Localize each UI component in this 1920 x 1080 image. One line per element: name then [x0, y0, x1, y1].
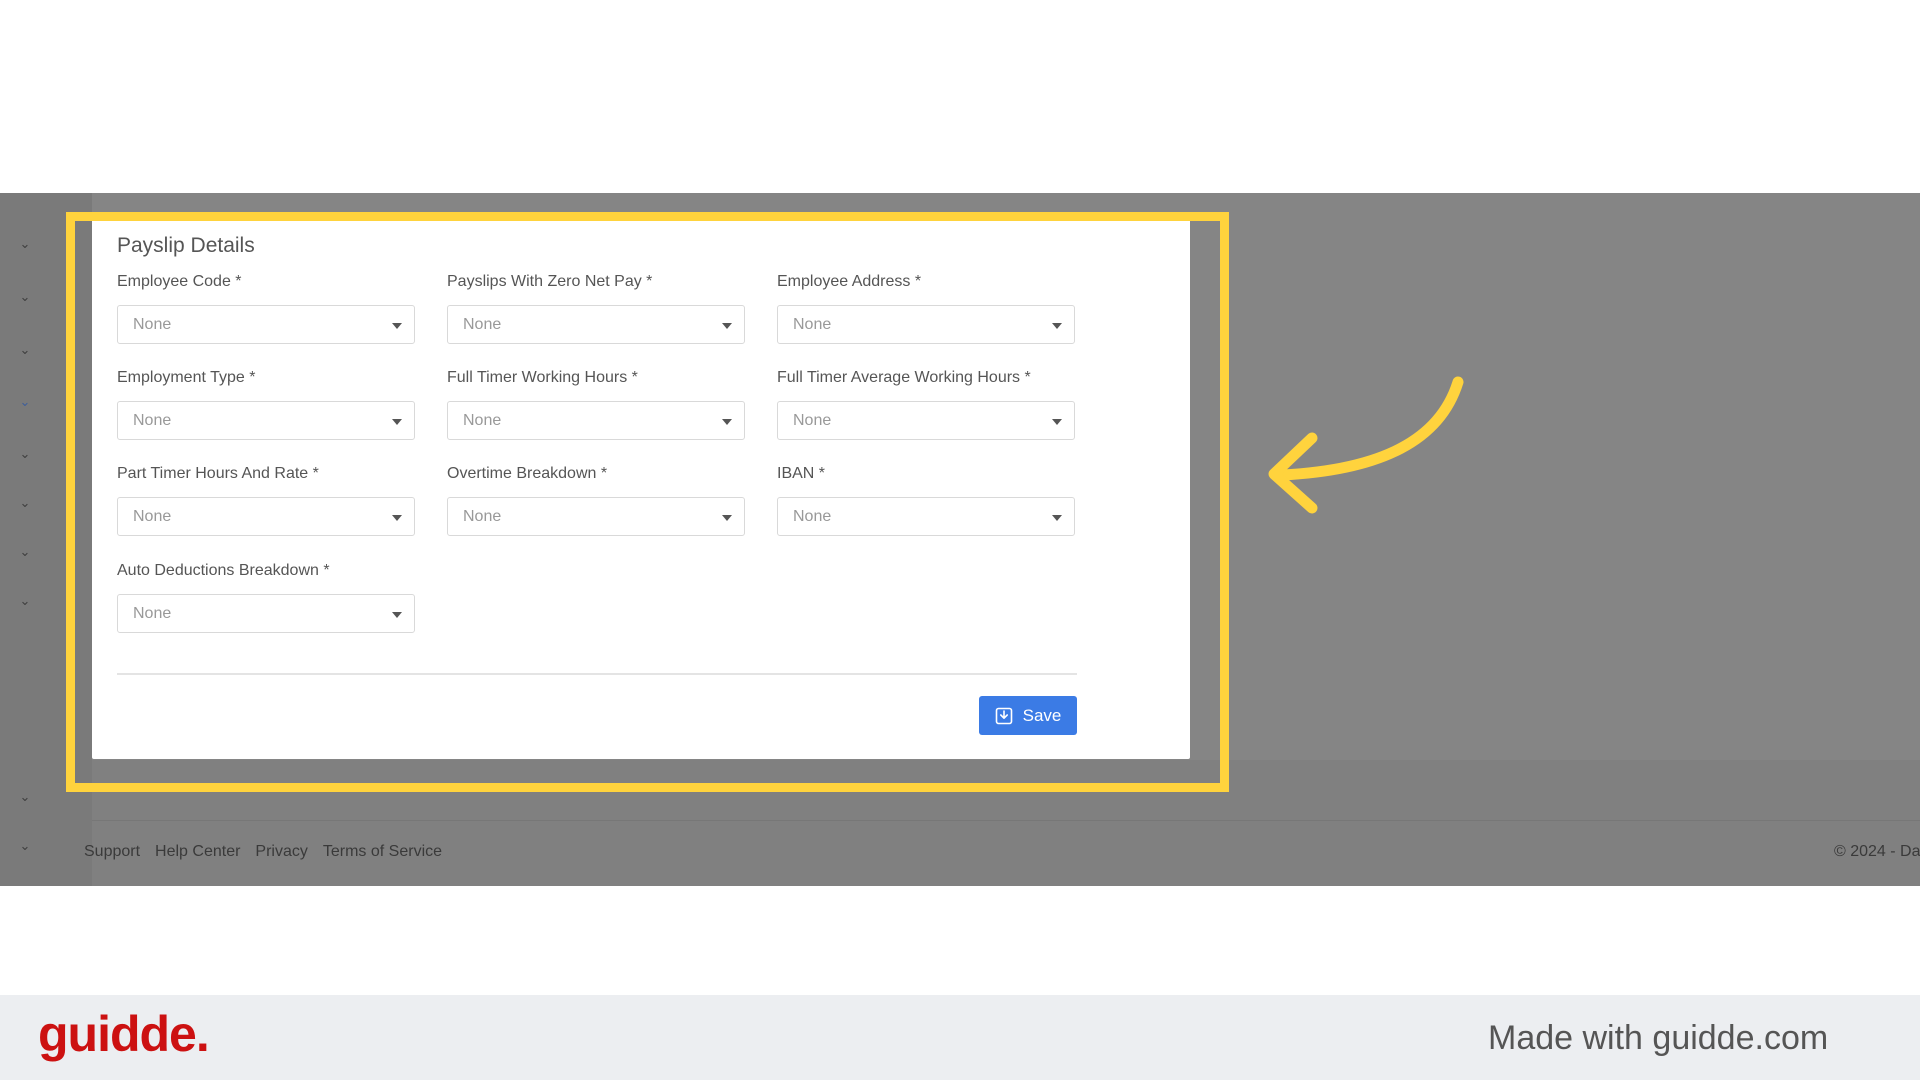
chevron-down-icon[interactable]: ⌄ [17, 838, 33, 854]
field-label-employment-type: Employment Type * [117, 369, 256, 386]
overtime-breakdown-select[interactable]: None [447, 497, 745, 536]
panel-title: Payslip Details [117, 234, 255, 257]
chevron-down-icon[interactable]: ⌄ [17, 593, 33, 609]
field-label-iban: IBAN * [777, 465, 826, 482]
chevron-down-icon[interactable]: ⌄ [17, 544, 33, 560]
sidebar: ⌄ ⌄ ⌄ ⌄ ⌄ ⌄ ⌄ ⌄ ⌄ ⌄ [0, 193, 92, 886]
select-value: None [133, 508, 172, 525]
chevron-down-icon[interactable]: ⌄ [17, 394, 33, 410]
field-label-overtime-breakdown: Overtime Breakdown * [447, 465, 608, 482]
curved-arrow-icon [1268, 376, 1464, 514]
select-value: None [133, 412, 172, 429]
part-timer-hours-select[interactable]: None [117, 497, 415, 536]
footer-link-help-center[interactable]: Help Center [155, 843, 240, 861]
field-label-auto-deductions: Auto Deductions Breakdown * [117, 562, 330, 579]
caret-down-icon [392, 323, 402, 329]
caret-down-icon [392, 612, 402, 618]
save-button[interactable]: Save [979, 696, 1077, 735]
field-label-full-timer-average-working-hours: Full Timer Average Working Hours * [777, 369, 1031, 386]
footer-link-support[interactable]: Support [84, 843, 140, 861]
caret-down-icon [1052, 515, 1062, 521]
caret-down-icon [722, 515, 732, 521]
select-value: None [463, 508, 502, 525]
employee-code-select[interactable]: None [117, 305, 415, 344]
select-value: None [133, 605, 172, 622]
caret-down-icon [1052, 419, 1062, 425]
save-button-label: Save [1022, 705, 1062, 725]
field-label-full-timer-working-hours: Full Timer Working Hours * [447, 369, 638, 386]
select-value: None [463, 316, 502, 333]
caret-down-icon [722, 323, 732, 329]
chevron-down-icon[interactable]: ⌄ [17, 289, 33, 305]
field-label-zero-net-pay: Payslips With Zero Net Pay * [447, 273, 653, 290]
employee-address-select[interactable]: None [777, 305, 1075, 344]
save-icon [995, 707, 1012, 724]
chevron-down-icon[interactable]: ⌄ [17, 495, 33, 511]
select-value: None [133, 316, 172, 333]
payslip-details-panel [92, 216, 1190, 759]
footer-link-terms[interactable]: Terms of Service [323, 843, 442, 861]
iban-select[interactable]: None [777, 497, 1075, 536]
full-timer-working-hours-select[interactable]: None [447, 401, 745, 440]
field-label-employee-address: Employee Address * [777, 273, 922, 290]
zero-net-pay-select[interactable]: None [447, 305, 745, 344]
employment-type-select[interactable]: None [117, 401, 415, 440]
made-with-text: Made with guidde.com [1488, 1019, 1829, 1057]
field-label-part-timer-hours: Part Timer Hours And Rate * [117, 465, 319, 482]
select-value: None [793, 508, 832, 525]
chevron-down-icon[interactable]: ⌄ [17, 789, 33, 805]
chevron-down-icon[interactable]: ⌄ [17, 236, 33, 252]
caret-down-icon [1052, 323, 1062, 329]
select-value: None [463, 412, 502, 429]
guidde-logo: guidde. [38, 1006, 210, 1062]
footer-links: Support Help Center Privacy Terms of Ser… [84, 843, 442, 861]
footer-copyright: © 2024 - Da [1834, 843, 1920, 860]
caret-down-icon [392, 515, 402, 521]
chevron-down-icon[interactable]: ⌄ [17, 446, 33, 462]
full-timer-average-working-hours-select[interactable]: None [777, 401, 1075, 440]
auto-deductions-select[interactable]: None [117, 594, 415, 633]
select-value: None [793, 316, 832, 333]
caret-down-icon [722, 419, 732, 425]
footer-link-privacy[interactable]: Privacy [255, 843, 307, 861]
caret-down-icon [392, 419, 402, 425]
divider [117, 673, 1077, 675]
chevron-down-icon[interactable]: ⌄ [17, 342, 33, 358]
select-value: None [793, 412, 832, 429]
footer-divider [92, 820, 1920, 821]
field-label-employee-code: Employee Code * [117, 273, 242, 290]
